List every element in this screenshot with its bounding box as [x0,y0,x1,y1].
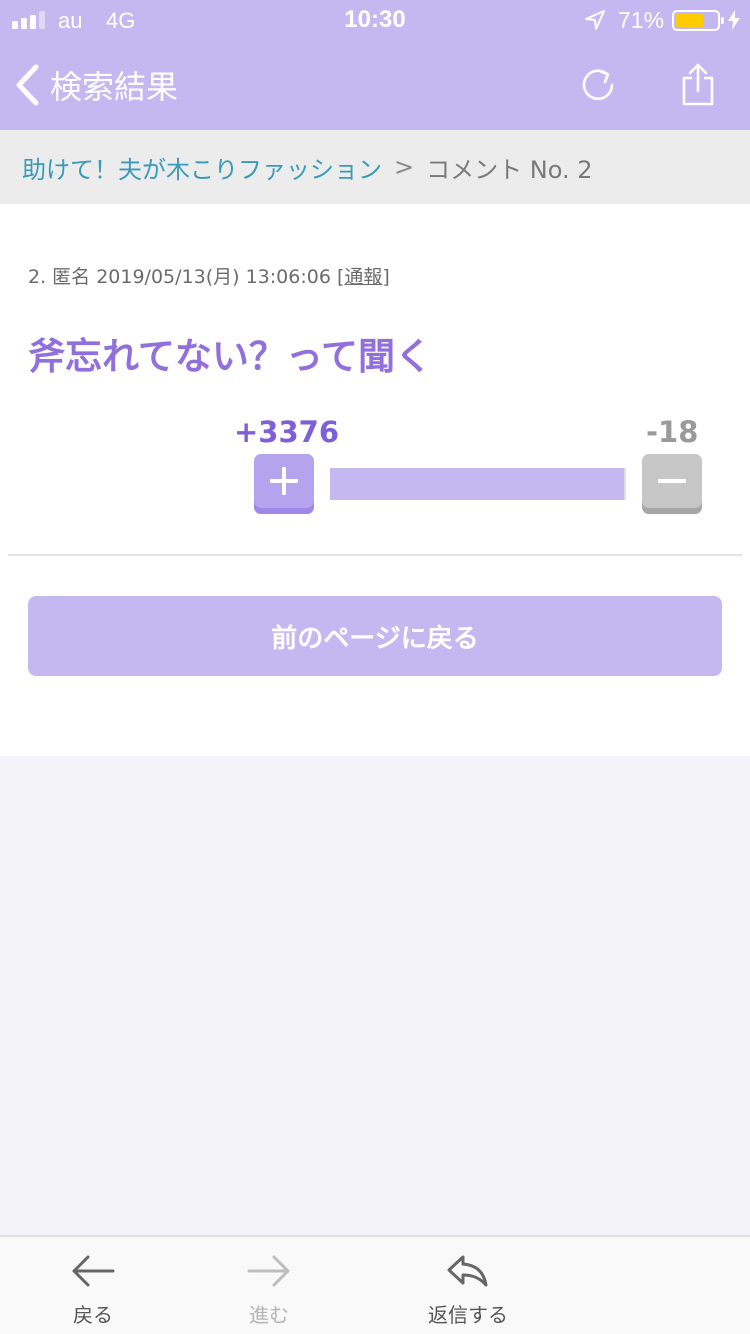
chevron-left-icon [16,64,39,106]
toolbar-forward-label: 進む [249,1303,289,1327]
breadcrumb-separator: > [394,153,415,181]
arrow-right-icon [247,1255,290,1287]
reload-icon [582,69,614,101]
back-label: 検索結果 [50,68,179,106]
reload-button[interactable] [573,60,623,110]
back-to-search-results-button[interactable]: 検索結果 [14,58,178,112]
plus-vote-button[interactable] [254,454,314,514]
comment-meta-text: 2. 匿名 2019/05/13(月) 13:06:06 [ [28,266,345,288]
divider [8,554,742,556]
comment-meta-end: ] [382,266,390,288]
report-link[interactable]: 通報 [344,266,382,288]
screen: au 4G 10:30 71% 検索結果 助けて！夫が木こりファッション > コ… [0,0,750,1334]
battery-percent: 71% [618,7,665,33]
breadcrumb: 助けて！夫が木こりファッション > コメント No. 2 [0,130,750,204]
toolbar-back-label: 戻る [73,1303,113,1327]
minus-vote-button[interactable] [642,454,702,514]
charging-bolt-icon [728,10,740,30]
toolbar-reply-button[interactable]: 返信する [398,1251,538,1331]
breadcrumb-current: コメント No. 2 [426,155,593,184]
breadcrumb-topic-link[interactable]: 助けて！夫が木こりファッション [22,150,382,185]
toolbar-forward-button[interactable]: 進む [199,1251,339,1331]
back-to-previous-page-button[interactable]: 前のページに戻る [28,596,722,676]
vote-ratio-fill [330,468,625,500]
share-button[interactable] [673,60,723,110]
status-bar: au 4G 10:30 71% [0,0,750,40]
comment-card: 2. 匿名 2019/05/13(月) 13:06:06 [通報] 斧忘れてない… [0,204,750,756]
comment-body: 斧忘れてない？って聞く [28,335,433,378]
vote-ratio-bar [330,468,626,500]
share-icon [682,63,714,106]
battery-icon [672,10,724,31]
navigation-bar: 検索結果 [0,40,750,130]
plus-count: +3376 [234,415,340,449]
comment-meta: 2. 匿名 2019/05/13(月) 13:06:06 [通報] [28,262,390,289]
location-arrow-icon [585,10,605,30]
bottom-toolbar: 戻る 進む 返信する [0,1235,750,1334]
toolbar-reply-label: 返信する [428,1303,508,1327]
reply-icon [447,1255,488,1287]
toolbar-back-button[interactable]: 戻る [23,1251,163,1331]
arrow-left-icon [72,1255,115,1287]
minus-count: -18 [646,415,699,449]
